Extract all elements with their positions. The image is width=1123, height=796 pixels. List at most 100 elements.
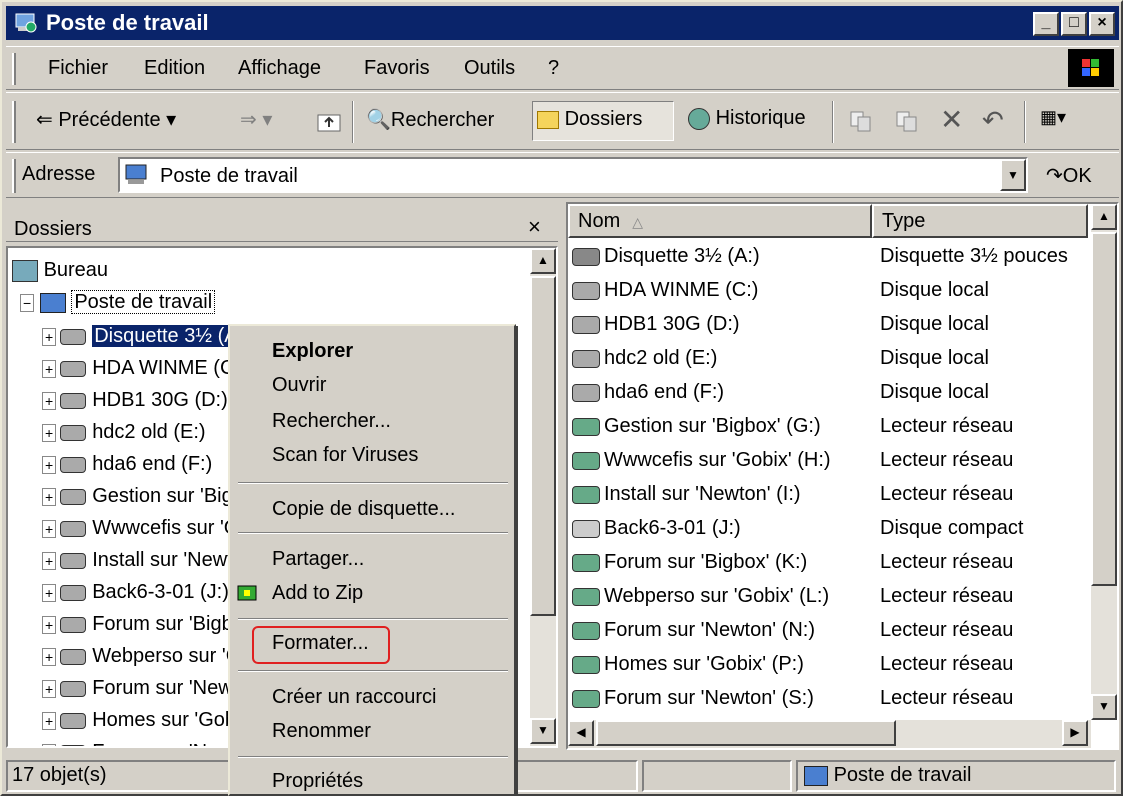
column-header-type[interactable]: Type: [872, 204, 1088, 238]
file-row[interactable]: hda6 end (F:): [572, 376, 724, 409]
folders-button[interactable]: Dossiers: [532, 101, 674, 141]
expand-icon[interactable]: +: [42, 616, 57, 634]
copy-to-icon[interactable]: [894, 109, 920, 133]
menu-item-proprietes[interactable]: Propriétés: [272, 770, 363, 793]
expand-icon[interactable]: +: [42, 744, 57, 746]
close-pane-icon[interactable]: ×: [528, 214, 541, 240]
file-name: Forum sur 'Newton' (N:): [604, 619, 816, 641]
up-folder-icon[interactable]: [316, 109, 342, 133]
tree-scrollbar[interactable]: ▲ ▼: [530, 248, 556, 746]
menu-help[interactable]: ?: [548, 57, 559, 80]
history-button[interactable]: Historique: [688, 107, 806, 130]
menu-outils[interactable]: Outils: [464, 57, 515, 80]
menu-item-ouvrir[interactable]: Ouvrir: [272, 374, 326, 397]
pane-splitter[interactable]: [558, 202, 566, 750]
menu-item-partager[interactable]: Partager...: [272, 548, 364, 571]
tree-item[interactable]: + Back6-3-01 (J:): [42, 576, 229, 609]
minimize-button[interactable]: _: [1033, 12, 1059, 36]
expand-icon[interactable]: +: [42, 360, 57, 378]
go-button[interactable]: ↷OK: [1046, 163, 1092, 188]
scroll-up-icon[interactable]: ▲: [530, 248, 556, 274]
file-row[interactable]: Disquette 3½ (A:): [572, 240, 760, 273]
file-row[interactable]: Install sur 'Newton' (I:): [572, 478, 801, 511]
expand-icon[interactable]: +: [42, 328, 57, 346]
menu-affichage[interactable]: Affichage: [238, 57, 321, 80]
tree-item[interactable]: + HDA WINME (C:): [42, 352, 247, 385]
menu-item-creer-raccourci[interactable]: Créer un raccourci: [272, 686, 437, 709]
menu-item-renommer[interactable]: Renommer: [272, 720, 371, 743]
expand-icon[interactable]: +: [42, 392, 57, 410]
delete-icon[interactable]: ✕: [940, 103, 963, 136]
expand-icon[interactable]: +: [42, 520, 57, 538]
expand-icon[interactable]: +: [42, 552, 57, 570]
file-row[interactable]: Webperso sur 'Gobix' (L:): [572, 580, 829, 613]
file-row[interactable]: Forum sur 'Bigbox' (K:): [572, 546, 807, 579]
explorer-window: Poste de travail _ □ × Fichier Edition A…: [0, 0, 1123, 796]
tree-item-bureau[interactable]: Bureau: [12, 254, 108, 287]
file-row[interactable]: hdc2 old (E:): [572, 342, 717, 375]
tree-item[interactable]: + HDB1 30G (D:): [42, 384, 228, 417]
address-field[interactable]: Poste de travail ▼: [118, 157, 1028, 193]
menu-fichier[interactable]: Fichier: [48, 57, 108, 80]
file-row[interactable]: Wwwcefis sur 'Gobix' (H:): [572, 444, 831, 477]
file-row[interactable]: Homes sur 'Gobix' (P:): [572, 648, 804, 681]
tree-item-poste-de-travail[interactable]: − Poste de travail: [20, 286, 216, 319]
column-header-name[interactable]: Nom △: [568, 204, 872, 238]
menu-favoris[interactable]: Favoris: [364, 57, 430, 80]
file-name: Install sur 'Newton' (I:): [604, 483, 801, 505]
scroll-down-icon[interactable]: ▼: [1091, 694, 1117, 720]
close-button[interactable]: ×: [1089, 12, 1115, 36]
scroll-down-icon[interactable]: ▼: [530, 718, 556, 744]
tree-item[interactable]: + hda6 end (F:): [42, 448, 212, 481]
menu-item-scan-for-viruses[interactable]: Scan for Viruses: [272, 444, 418, 467]
search-button[interactable]: 🔍Rechercher: [366, 107, 494, 132]
menu-item-formater[interactable]: Formater...: [272, 632, 369, 655]
scroll-thumb[interactable]: [530, 276, 556, 616]
expand-icon[interactable]: +: [42, 584, 57, 602]
scroll-up-icon[interactable]: ▲: [1091, 204, 1117, 230]
file-row[interactable]: Forum sur 'Newton' (N:): [572, 614, 815, 647]
views-icon[interactable]: ▦▾: [1040, 107, 1066, 128]
file-name: hdc2 old (E:): [604, 347, 718, 369]
menu-item-explorer[interactable]: Explorer: [272, 340, 353, 363]
list-vscrollbar[interactable]: ▲ ▼: [1091, 204, 1117, 720]
file-row[interactable]: HDB1 30G (D:): [572, 308, 740, 341]
expand-icon[interactable]: +: [42, 712, 57, 730]
title-bar[interactable]: Poste de travail _ □ ×: [6, 6, 1119, 40]
expand-icon[interactable]: +: [42, 488, 57, 506]
context-menu: Explorer Ouvrir Rechercher... Scan for V…: [228, 324, 516, 796]
folders-pane-title: Dossiers: [14, 218, 92, 240]
tree-label: Poste de travail: [71, 290, 216, 314]
file-row[interactable]: Forum sur 'Newton' (S:): [572, 682, 814, 715]
address-dropdown-icon[interactable]: ▼: [1000, 159, 1026, 191]
undo-icon[interactable]: ↶: [982, 105, 1004, 136]
move-to-icon[interactable]: [848, 109, 874, 133]
collapse-icon[interactable]: −: [20, 294, 35, 312]
scroll-thumb-h[interactable]: [596, 720, 896, 746]
tree-item[interactable]: + Disquette 3½ (A:): [42, 320, 252, 353]
list-hscrollbar[interactable]: ◀ ▶: [568, 720, 1091, 748]
file-row[interactable]: Back6-3-01 (J:): [572, 512, 741, 545]
scroll-thumb[interactable]: [1091, 232, 1117, 586]
scroll-right-icon[interactable]: ▶: [1062, 720, 1088, 746]
menu-item-add-to-zip[interactable]: Add to Zip: [272, 582, 363, 605]
maximize-button[interactable]: □: [1061, 12, 1087, 36]
file-row[interactable]: HDA WINME (C:): [572, 274, 758, 307]
back-dropdown-icon[interactable]: ▾: [161, 109, 176, 131]
folders-label: Dossiers: [564, 108, 643, 130]
back-button[interactable]: ⇐ Précédente ▾: [36, 107, 176, 137]
expand-icon[interactable]: +: [42, 648, 57, 666]
file-type: Lecteur réseau: [880, 585, 1014, 607]
expand-icon[interactable]: +: [42, 456, 57, 474]
expand-icon[interactable]: +: [42, 424, 57, 442]
menu-item-copie-de-disquette[interactable]: Copie de disquette...: [272, 498, 455, 521]
forward-button[interactable]: ⇒ ▾: [240, 107, 272, 132]
menu-item-rechercher[interactable]: Rechercher...: [272, 410, 391, 433]
file-row[interactable]: Gestion sur 'Bigbox' (G:): [572, 410, 821, 443]
drive-icon: [60, 328, 87, 345]
scroll-left-icon[interactable]: ◀: [568, 720, 594, 746]
address-label: Adresse: [22, 163, 96, 185]
expand-icon[interactable]: +: [42, 680, 57, 698]
menu-edition[interactable]: Edition: [144, 57, 205, 80]
tree-item[interactable]: + hdc2 old (E:): [42, 416, 206, 449]
